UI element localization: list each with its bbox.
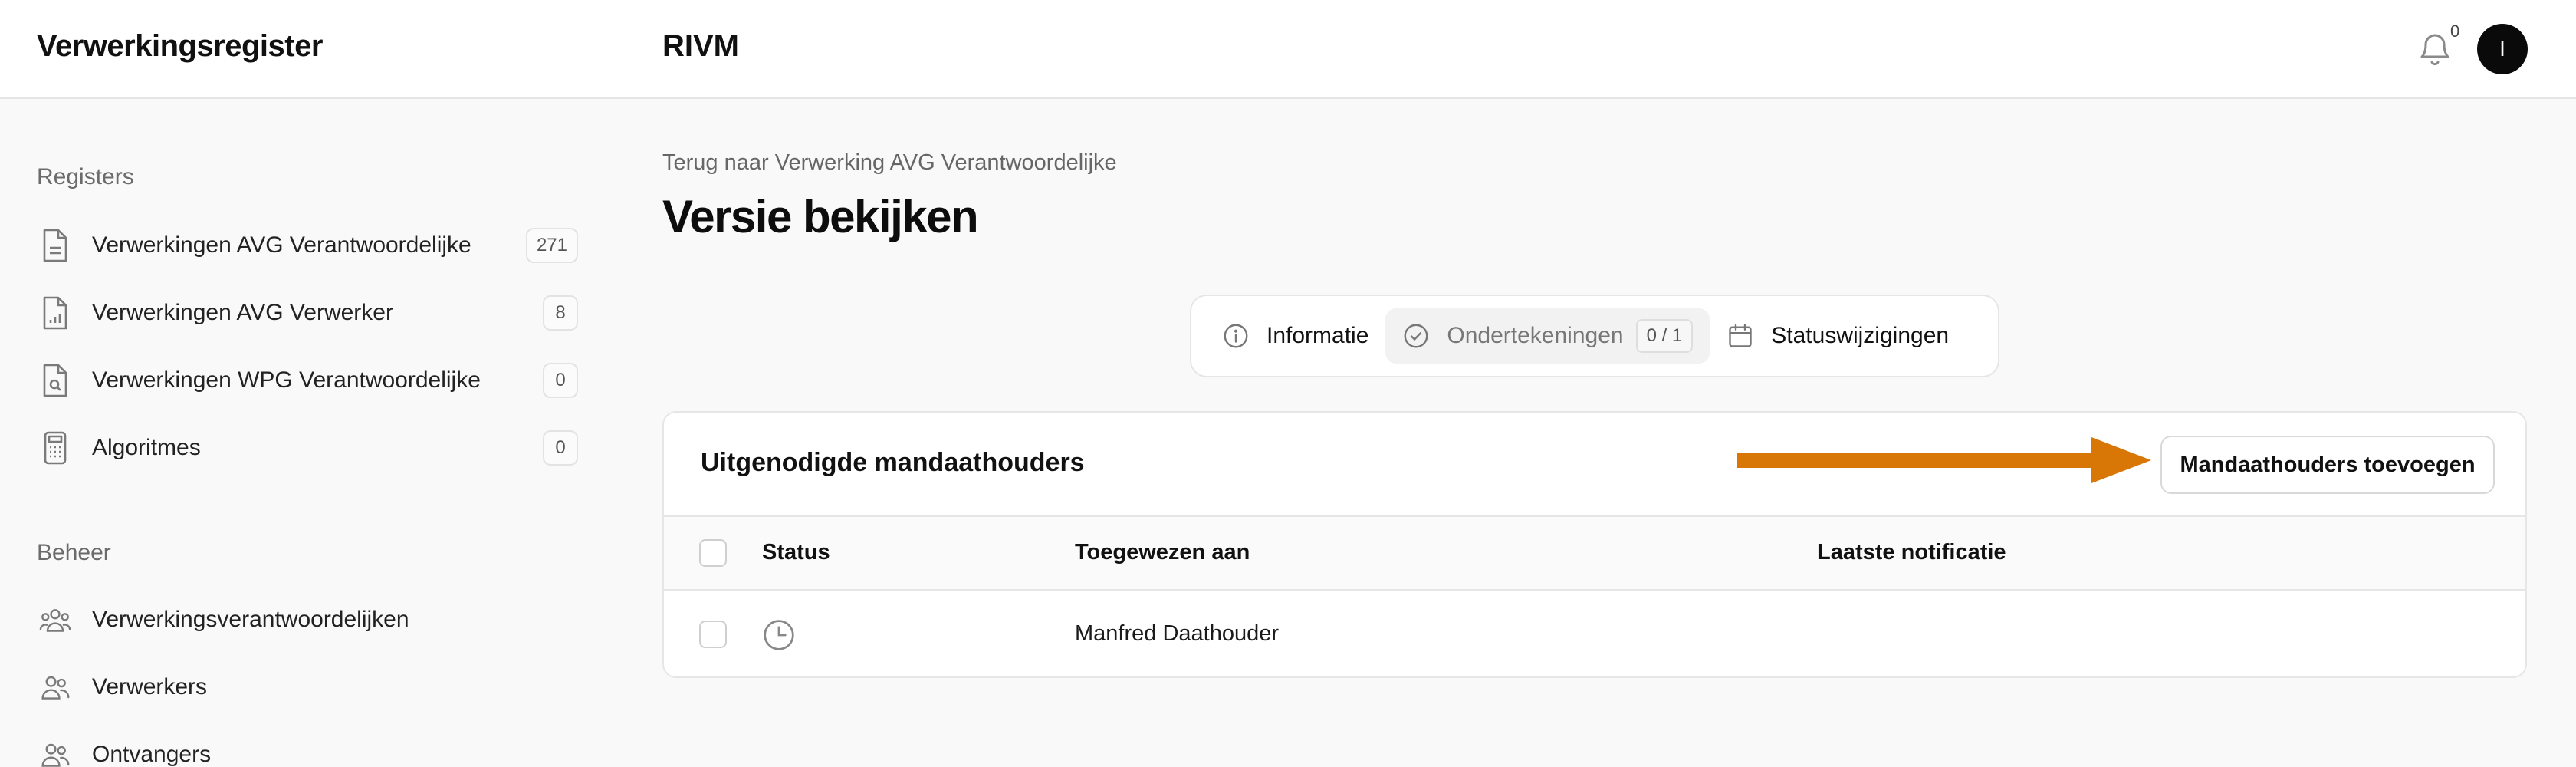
add-mandate-holders-button[interactable]: Mandaathouders toevoegen: [2160, 436, 2495, 494]
sidebar-item-label: Verwerkers: [92, 674, 208, 700]
sidebar-item-verwerkers[interactable]: Verwerkers: [37, 661, 578, 713]
count-badge: 0: [543, 430, 578, 466]
invited-mandate-holders-card: Uitgenodigde mandaathouders Mandaathoude…: [662, 411, 2527, 678]
bell-icon[interactable]: [2417, 29, 2453, 69]
check-circle-icon: [1402, 322, 1430, 350]
sidebar-item-avg-verantwoordelijke[interactable]: Verwerkingen AVG Verantwoordelijke 271: [37, 219, 578, 272]
back-link[interactable]: Terug naar Verwerking AVG Verantwoordeli…: [662, 150, 1117, 176]
document-icon: [37, 227, 74, 264]
count-badge: 8: [543, 295, 578, 331]
assigned-to-cell: Manfred Daathouder: [1075, 621, 1279, 646]
column-header-laatste-notificatie[interactable]: Laatste notificatie: [1817, 540, 2006, 565]
tab-bar: Informatie Ondertekeningen 0 / 1 Statusw…: [1190, 295, 1999, 377]
arrow-right-icon: [1737, 437, 2151, 483]
sidebar-item-label: Ontvangers: [92, 742, 212, 767]
page-title: Versie bekijken: [662, 191, 979, 242]
document-chart-icon: [37, 295, 74, 331]
sidebar-item-algoritmes[interactable]: Algoritmes 0: [37, 422, 578, 474]
sidebar-item-ontvangers[interactable]: Ontvangers: [37, 729, 578, 767]
info-icon: [1222, 322, 1250, 350]
users-icon: [37, 669, 74, 706]
clock-icon: [764, 620, 794, 650]
registers-section-label: Registers: [37, 164, 134, 189]
column-header-toegewezen-aan[interactable]: Toegewezen aan: [1075, 540, 1250, 565]
count-badge: 271: [525, 228, 578, 263]
sidebar-item-verwerkingsverantwoordelijken[interactable]: Verwerkingsverantwoordelijken: [37, 594, 578, 646]
count-badge: 0: [543, 363, 578, 398]
organization-name: RIVM: [662, 29, 739, 63]
calculator-icon: [37, 430, 74, 466]
table-row[interactable]: Manfred Daathouder: [664, 591, 2525, 676]
sidebar-item-label: Verwerkingen WPG Verantwoordelijke: [92, 367, 481, 393]
select-all-checkbox[interactable]: [699, 539, 727, 567]
card-title: Uitgenodigde mandaathouders: [701, 448, 1085, 477]
tab-statuswijzigingen[interactable]: Statuswijzigingen: [1710, 308, 1966, 364]
row-checkbox[interactable]: [699, 621, 727, 648]
users-icon: [37, 736, 74, 767]
top-bar: Verwerkingsregister RIVM 0 I: [0, 0, 2576, 99]
sidebar-item-label: Verwerkingen AVG Verantwoordelijke: [92, 232, 472, 258]
notification-count: 0: [2450, 21, 2460, 41]
sidebar-item-avg-verwerker[interactable]: Verwerkingen AVG Verwerker 8: [37, 287, 578, 339]
tab-informatie[interactable]: Informatie: [1205, 308, 1385, 364]
beheer-section-label: Beheer: [37, 540, 111, 565]
tab-label: Statuswijzigingen: [1771, 323, 1950, 348]
table-header: Status Toegewezen aan Laatste notificati…: [664, 515, 2525, 591]
document-search-icon: [37, 362, 74, 399]
sidebar-item-label: Verwerkingsverantwoordelijken: [92, 607, 409, 632]
tab-ondertekeningen[interactable]: Ondertekeningen 0 / 1: [1385, 308, 1710, 364]
calendar-icon: [1727, 322, 1754, 350]
tab-label: Informatie: [1267, 323, 1369, 348]
app-title[interactable]: Verwerkingsregister: [37, 29, 323, 64]
tab-label: Ondertekeningen: [1447, 323, 1624, 348]
avatar[interactable]: I: [2477, 24, 2528, 74]
column-header-status[interactable]: Status: [762, 540, 830, 565]
sidebar-item-label: Algoritmes: [92, 435, 201, 460]
user-group-icon: [37, 601, 74, 638]
sidebar-item-label: Verwerkingen AVG Verwerker: [92, 300, 393, 325]
sidebar-item-wpg-verantwoordelijke[interactable]: Verwerkingen WPG Verantwoordelijke 0: [37, 354, 578, 407]
signature-count-badge: 0 / 1: [1635, 319, 1694, 353]
